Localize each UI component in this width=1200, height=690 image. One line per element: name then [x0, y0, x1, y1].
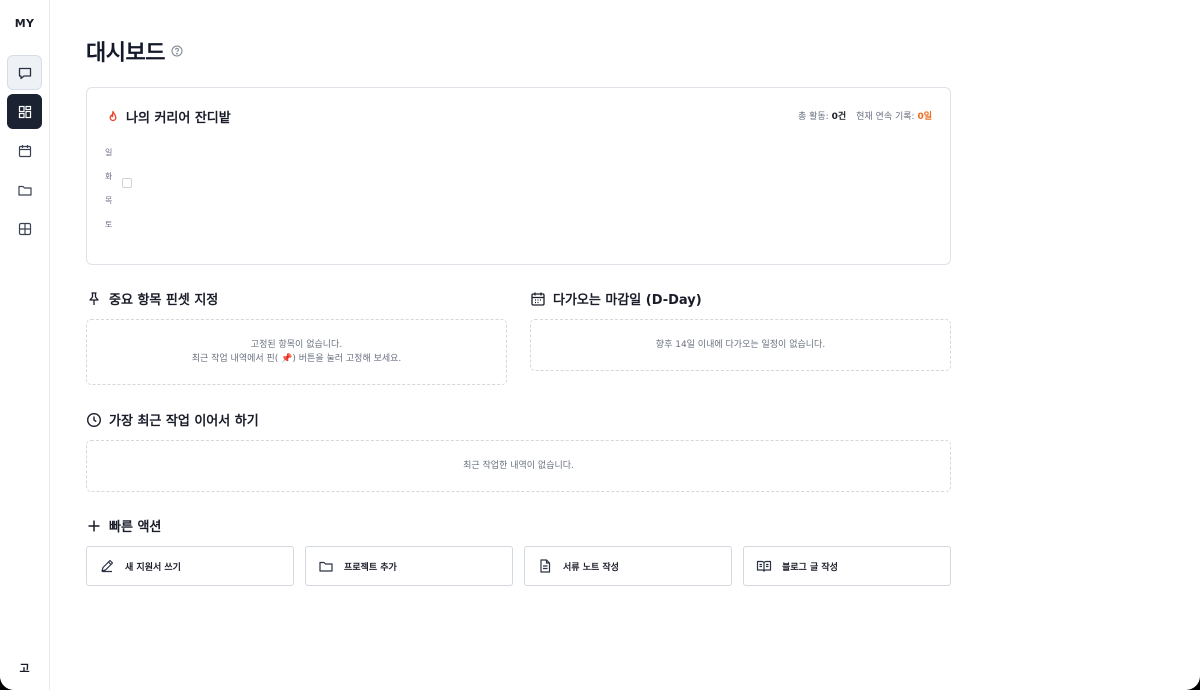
folder-icon [17, 185, 32, 196]
add-project-button[interactable]: 프로젝트 추가 [305, 546, 513, 586]
document-note-button[interactable]: 서류 노트 작성 [524, 546, 732, 586]
weekday-label: 화 [105, 172, 113, 181]
sidebar: MY 고 [0, 0, 50, 690]
app-window: MY 고 대시보드 나의 커리어 잔디밭 총 활동: 0건 현재 연속 기록: … [0, 0, 1200, 690]
chat-icon [18, 67, 31, 79]
recent-empty-text: 최근 작업한 내역이 없습니다. [463, 461, 574, 471]
weekday-label: 토 [105, 220, 113, 229]
page-header: 대시보드 [86, 35, 183, 67]
dashboard-icon [18, 105, 31, 118]
career-grass-title: 나의 커리어 잔디밭 [126, 111, 231, 126]
new-application-button[interactable]: 새 지원서 쓰기 [86, 546, 294, 586]
nav-grid[interactable] [7, 211, 42, 246]
plus-icon [88, 520, 100, 531]
add-project-label: 프로젝트 추가 [344, 562, 397, 573]
book-icon [756, 560, 772, 572]
help-icon[interactable] [171, 45, 183, 57]
grid-icon [18, 222, 31, 235]
weekday-labels: 일 화 목 토 [105, 149, 112, 245]
document-icon [540, 559, 551, 573]
nav-chat[interactable] [7, 55, 42, 90]
pinned-empty-line1: 고정된 항목이 없습니다. [250, 340, 343, 350]
page-title: 대시보드 [86, 41, 165, 66]
fire-icon [109, 110, 117, 121]
grass-cell[interactable] [122, 178, 132, 188]
career-grass-card: 나의 커리어 잔디밭 총 활동: 0건 현재 연속 기록: 0일 일 화 목 토 [86, 87, 951, 265]
recent-header: 가장 최근 작업 이어서 하기 [86, 410, 259, 429]
total-activity: 총 활동: 0건 [798, 109, 846, 122]
weekday-label: 목 [105, 196, 113, 205]
deadline-empty-text: 향후 14일 이내에 다가오는 일정이 없습니다. [655, 340, 826, 350]
nav-dashboard[interactable] [7, 94, 42, 129]
user-avatar[interactable]: 고 [0, 660, 49, 676]
calendar-icon [18, 144, 31, 157]
quick-actions-title: 빠른 액션 [109, 520, 162, 535]
deadline-title: 다가오는 마감일 (D-Day) [553, 293, 702, 308]
pinned-title: 중요 항목 핀셋 지정 [109, 293, 219, 308]
blog-post-button[interactable]: 블로그 글 작성 [743, 546, 951, 586]
pinned-empty-line2: 최근 작업 내역에서 핀( 📌) 버튼을 눌러 고정해 보세요. [191, 354, 402, 364]
deadline-header: 다가오는 마감일 (D-Day) [530, 289, 702, 308]
activity-stats: 총 활동: 0건 현재 연속 기록: 0일 [798, 109, 932, 122]
pinned-header: 중요 항목 핀셋 지정 [86, 289, 218, 308]
nav-calendar[interactable] [7, 133, 42, 168]
career-grass-header: 나의 커리어 잔디밭 [106, 107, 231, 126]
recent-empty-state: 최근 작업한 내역이 없습니다. [86, 440, 951, 492]
total-activity-value: 0건 [831, 112, 847, 122]
current-streak-value: 0일 [917, 112, 932, 122]
pin-icon [89, 291, 99, 305]
current-streak: 현재 연속 기록: 0일 [856, 109, 932, 122]
weekday-label: 일 [105, 148, 113, 157]
quick-actions-header: 빠른 액션 [86, 516, 161, 535]
calendar-icon [531, 292, 545, 306]
new-application-label: 새 지원서 쓰기 [125, 562, 181, 573]
deadline-empty-state: 향후 14일 이내에 다가오는 일정이 없습니다. [530, 319, 951, 371]
recent-title: 가장 최근 작업 이어서 하기 [109, 414, 259, 429]
blog-post-label: 블로그 글 작성 [782, 562, 838, 573]
folder-icon [319, 561, 333, 572]
current-streak-label: 현재 연속 기록: [856, 112, 915, 122]
nav-folder[interactable] [7, 172, 42, 207]
pinned-empty-state: 고정된 항목이 없습니다. 최근 작업 내역에서 핀( 📌) 버튼을 눌러 고정… [86, 319, 507, 385]
clock-icon [86, 412, 102, 427]
pen-icon [101, 559, 114, 573]
document-note-label: 서류 노트 작성 [563, 562, 619, 573]
brand-logo[interactable]: MY [0, 17, 49, 30]
total-activity-label: 총 활동: [797, 112, 829, 122]
